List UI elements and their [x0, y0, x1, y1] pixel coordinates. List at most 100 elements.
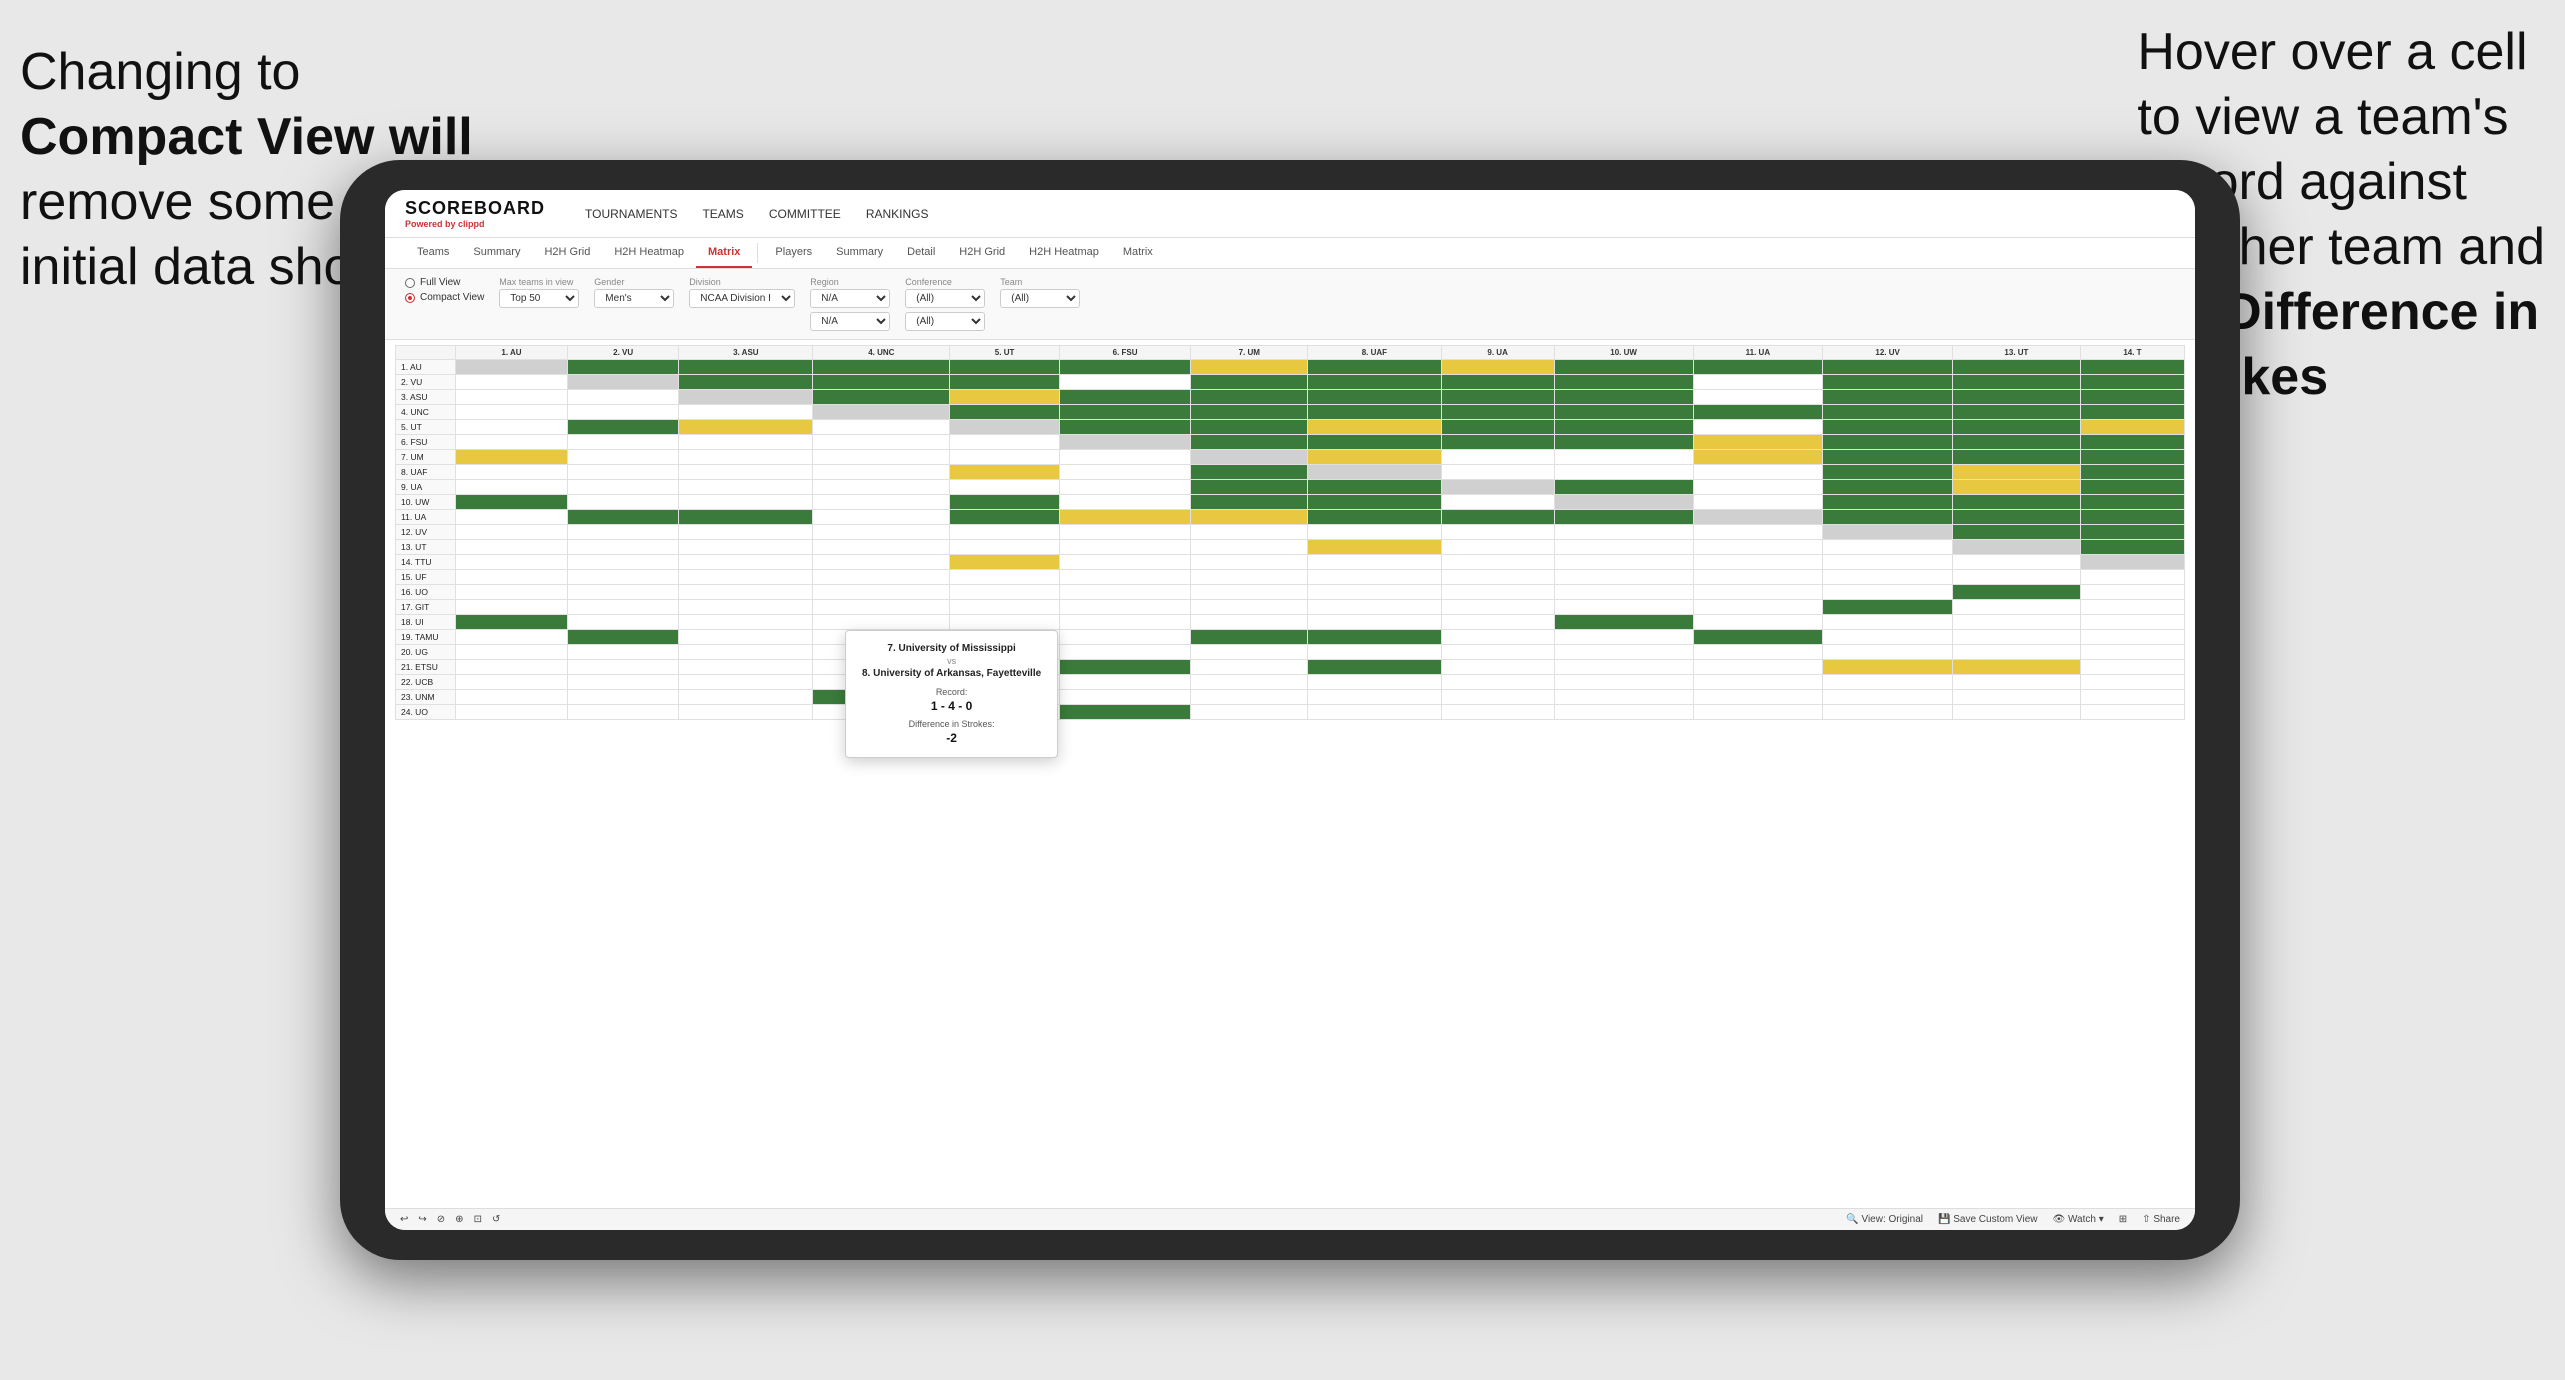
matrix-cell[interactable] — [1953, 480, 2081, 495]
matrix-cell[interactable] — [1823, 690, 1953, 705]
matrix-cell[interactable] — [1554, 480, 1693, 495]
matrix-cell[interactable] — [679, 435, 813, 450]
matrix-cell[interactable] — [1554, 465, 1693, 480]
matrix-cell[interactable] — [1191, 525, 1308, 540]
matrix-cell[interactable] — [2080, 675, 2184, 690]
matrix-cell[interactable] — [567, 570, 678, 585]
matrix-cell[interactable] — [1059, 360, 1191, 375]
matrix-cell[interactable] — [679, 585, 813, 600]
matrix-cell[interactable] — [1308, 435, 1441, 450]
matrix-cell[interactable] — [567, 360, 678, 375]
matrix-cell[interactable] — [1823, 405, 1953, 420]
matrix-cell[interactable] — [567, 405, 678, 420]
matrix-cell[interactable] — [567, 690, 678, 705]
matrix-cell[interactable] — [950, 450, 1060, 465]
matrix-cell[interactable] — [1554, 570, 1693, 585]
matrix-cell[interactable] — [1059, 585, 1191, 600]
matrix-cell[interactable] — [1059, 510, 1191, 525]
matrix-cell[interactable] — [567, 525, 678, 540]
gender-select[interactable]: Men's — [594, 289, 674, 308]
matrix-cell[interactable] — [2080, 540, 2184, 555]
matrix-cell[interactable] — [813, 570, 950, 585]
matrix-cell[interactable] — [1554, 600, 1693, 615]
matrix-cell[interactable] — [1823, 465, 1953, 480]
matrix-cell[interactable] — [1554, 525, 1693, 540]
matrix-cell[interactable] — [456, 450, 568, 465]
matrix-cell[interactable] — [1308, 630, 1441, 645]
matrix-cell[interactable] — [1191, 390, 1308, 405]
matrix-cell[interactable] — [1441, 360, 1554, 375]
matrix-cell[interactable] — [1441, 555, 1554, 570]
matrix-cell[interactable] — [456, 480, 568, 495]
matrix-cell[interactable] — [456, 615, 568, 630]
subnav-teams[interactable]: Teams — [405, 238, 461, 268]
matrix-cell[interactable] — [456, 435, 568, 450]
matrix-cell[interactable] — [456, 390, 568, 405]
matrix-cell[interactable] — [1441, 585, 1554, 600]
matrix-cell[interactable] — [567, 495, 678, 510]
redo-button[interactable]: ↪ — [418, 1214, 426, 1225]
matrix-cell[interactable] — [1953, 525, 2081, 540]
matrix-cell[interactable] — [1308, 360, 1441, 375]
matrix-cell[interactable] — [1953, 600, 2081, 615]
matrix-cell[interactable] — [1823, 390, 1953, 405]
matrix-cell[interactable] — [1441, 405, 1554, 420]
conference-select-2[interactable]: (All) — [905, 312, 985, 331]
subnav-h2h-grid[interactable]: H2H Grid — [532, 238, 602, 268]
matrix-cell[interactable] — [1059, 450, 1191, 465]
matrix-cell[interactable] — [950, 435, 1060, 450]
matrix-cell[interactable] — [679, 510, 813, 525]
tool-4[interactable]: ⊕ — [455, 1214, 463, 1225]
matrix-cell[interactable] — [1953, 555, 2081, 570]
matrix-cell[interactable] — [1308, 510, 1441, 525]
matrix-cell[interactable] — [2080, 360, 2184, 375]
matrix-cell[interactable] — [1953, 420, 2081, 435]
matrix-cell[interactable] — [1441, 510, 1554, 525]
matrix-cell[interactable] — [2080, 600, 2184, 615]
matrix-cell[interactable] — [2080, 405, 2184, 420]
matrix-cell[interactable] — [1554, 675, 1693, 690]
matrix-cell[interactable] — [456, 570, 568, 585]
matrix-cell[interactable] — [679, 450, 813, 465]
matrix-cell[interactable] — [1308, 405, 1441, 420]
matrix-cell[interactable] — [1554, 495, 1693, 510]
matrix-cell[interactable] — [813, 540, 950, 555]
matrix-cell[interactable] — [1191, 420, 1308, 435]
matrix-cell[interactable] — [1191, 675, 1308, 690]
subnav-players-matrix[interactable]: Matrix — [1111, 238, 1165, 268]
matrix-cell[interactable] — [2080, 465, 2184, 480]
matrix-cell[interactable] — [679, 675, 813, 690]
matrix-cell[interactable] — [1059, 570, 1191, 585]
matrix-cell[interactable] — [1693, 480, 1823, 495]
matrix-cell[interactable] — [1191, 375, 1308, 390]
matrix-cell[interactable] — [456, 705, 568, 720]
matrix-cell[interactable] — [567, 540, 678, 555]
matrix-cell[interactable] — [1059, 540, 1191, 555]
subnav-detail[interactable]: Detail — [895, 238, 947, 268]
matrix-cell[interactable] — [950, 360, 1060, 375]
matrix-cell[interactable] — [1823, 375, 1953, 390]
share-button[interactable]: ⇧ Share — [2142, 1214, 2180, 1225]
matrix-cell[interactable] — [2080, 705, 2184, 720]
matrix-cell[interactable] — [679, 615, 813, 630]
matrix-cell[interactable] — [1059, 645, 1191, 660]
matrix-cell[interactable] — [2080, 525, 2184, 540]
matrix-cell[interactable] — [950, 615, 1060, 630]
matrix-cell[interactable] — [1191, 585, 1308, 600]
matrix-cell[interactable] — [1823, 480, 1953, 495]
matrix-cell[interactable] — [1554, 630, 1693, 645]
matrix-cell[interactable] — [1693, 600, 1823, 615]
matrix-cell[interactable] — [1191, 450, 1308, 465]
matrix-cell[interactable] — [950, 510, 1060, 525]
matrix-cell[interactable] — [1441, 600, 1554, 615]
conference-select-1[interactable]: (All) — [905, 289, 985, 308]
undo-button[interactable]: ↩ — [400, 1214, 408, 1225]
matrix-cell[interactable] — [456, 690, 568, 705]
matrix-cell[interactable] — [1308, 585, 1441, 600]
matrix-cell[interactable] — [679, 645, 813, 660]
full-view-radio[interactable] — [405, 278, 415, 288]
matrix-cell[interactable] — [813, 390, 950, 405]
matrix-cell[interactable] — [1308, 690, 1441, 705]
matrix-cell[interactable] — [1191, 465, 1308, 480]
matrix-cell[interactable] — [1823, 645, 1953, 660]
